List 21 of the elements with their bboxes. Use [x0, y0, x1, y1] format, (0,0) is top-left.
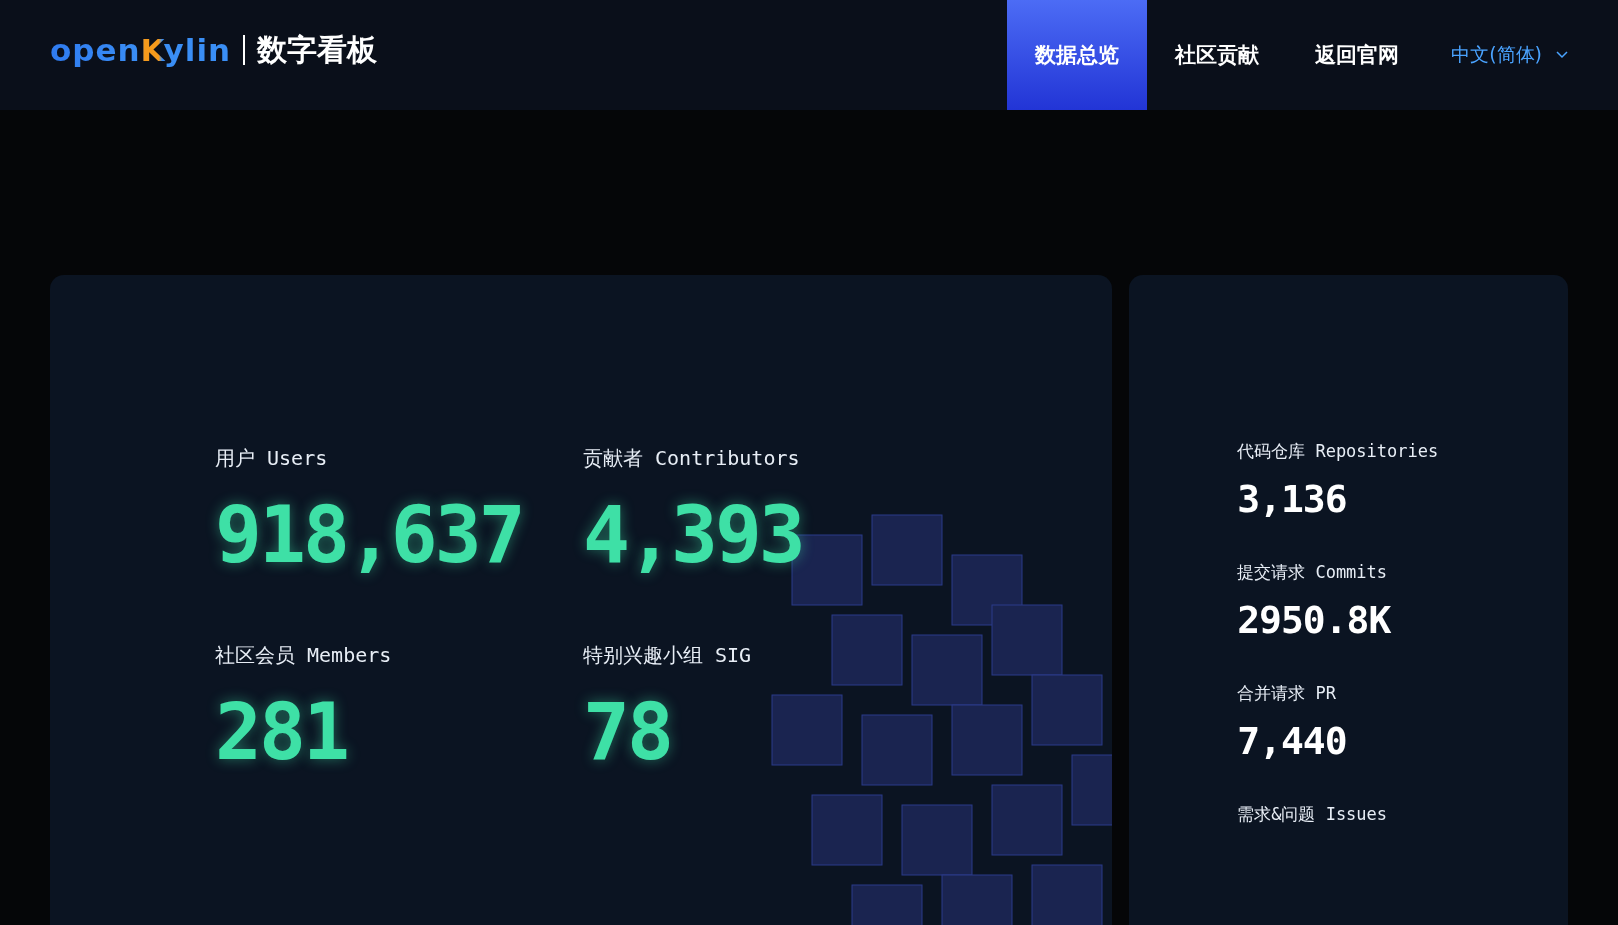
stat-label: 特别兴趣小组 SIG: [583, 642, 753, 669]
language-dropdown[interactable]: 中文(简体): [1427, 0, 1568, 110]
stat-value: 2950.8K: [1237, 598, 1392, 642]
stat-label: 合并请求 PR: [1237, 682, 1337, 705]
stat-value: 918,637: [215, 490, 524, 580]
stat-label: 社区会员 Members: [215, 642, 393, 669]
stat-label: 用户 Users: [215, 445, 329, 472]
stat-value: 281: [215, 687, 348, 777]
nav-tab[interactable]: 返回官网: [1287, 0, 1428, 110]
stat-label: 代码仓库 Repositories: [1237, 440, 1440, 463]
stat-value: 78: [583, 687, 672, 777]
stat-value: 3,136: [1237, 477, 1348, 521]
stat-value: 7,440: [1237, 719, 1348, 763]
stat-value: 4,393: [583, 490, 804, 580]
nav-tab[interactable]: 数据总览: [1007, 0, 1148, 110]
page-title: 数字看板: [257, 30, 378, 69]
stat-label: 需求&问题 Issues: [1237, 803, 1389, 826]
stat-label: 贡献者 Contributors: [583, 445, 801, 472]
nav-tab[interactable]: 社区贡献: [1147, 0, 1288, 110]
stat-label: 提交请求 Commits: [1237, 561, 1389, 584]
chevron-down-icon: [1556, 51, 1568, 59]
